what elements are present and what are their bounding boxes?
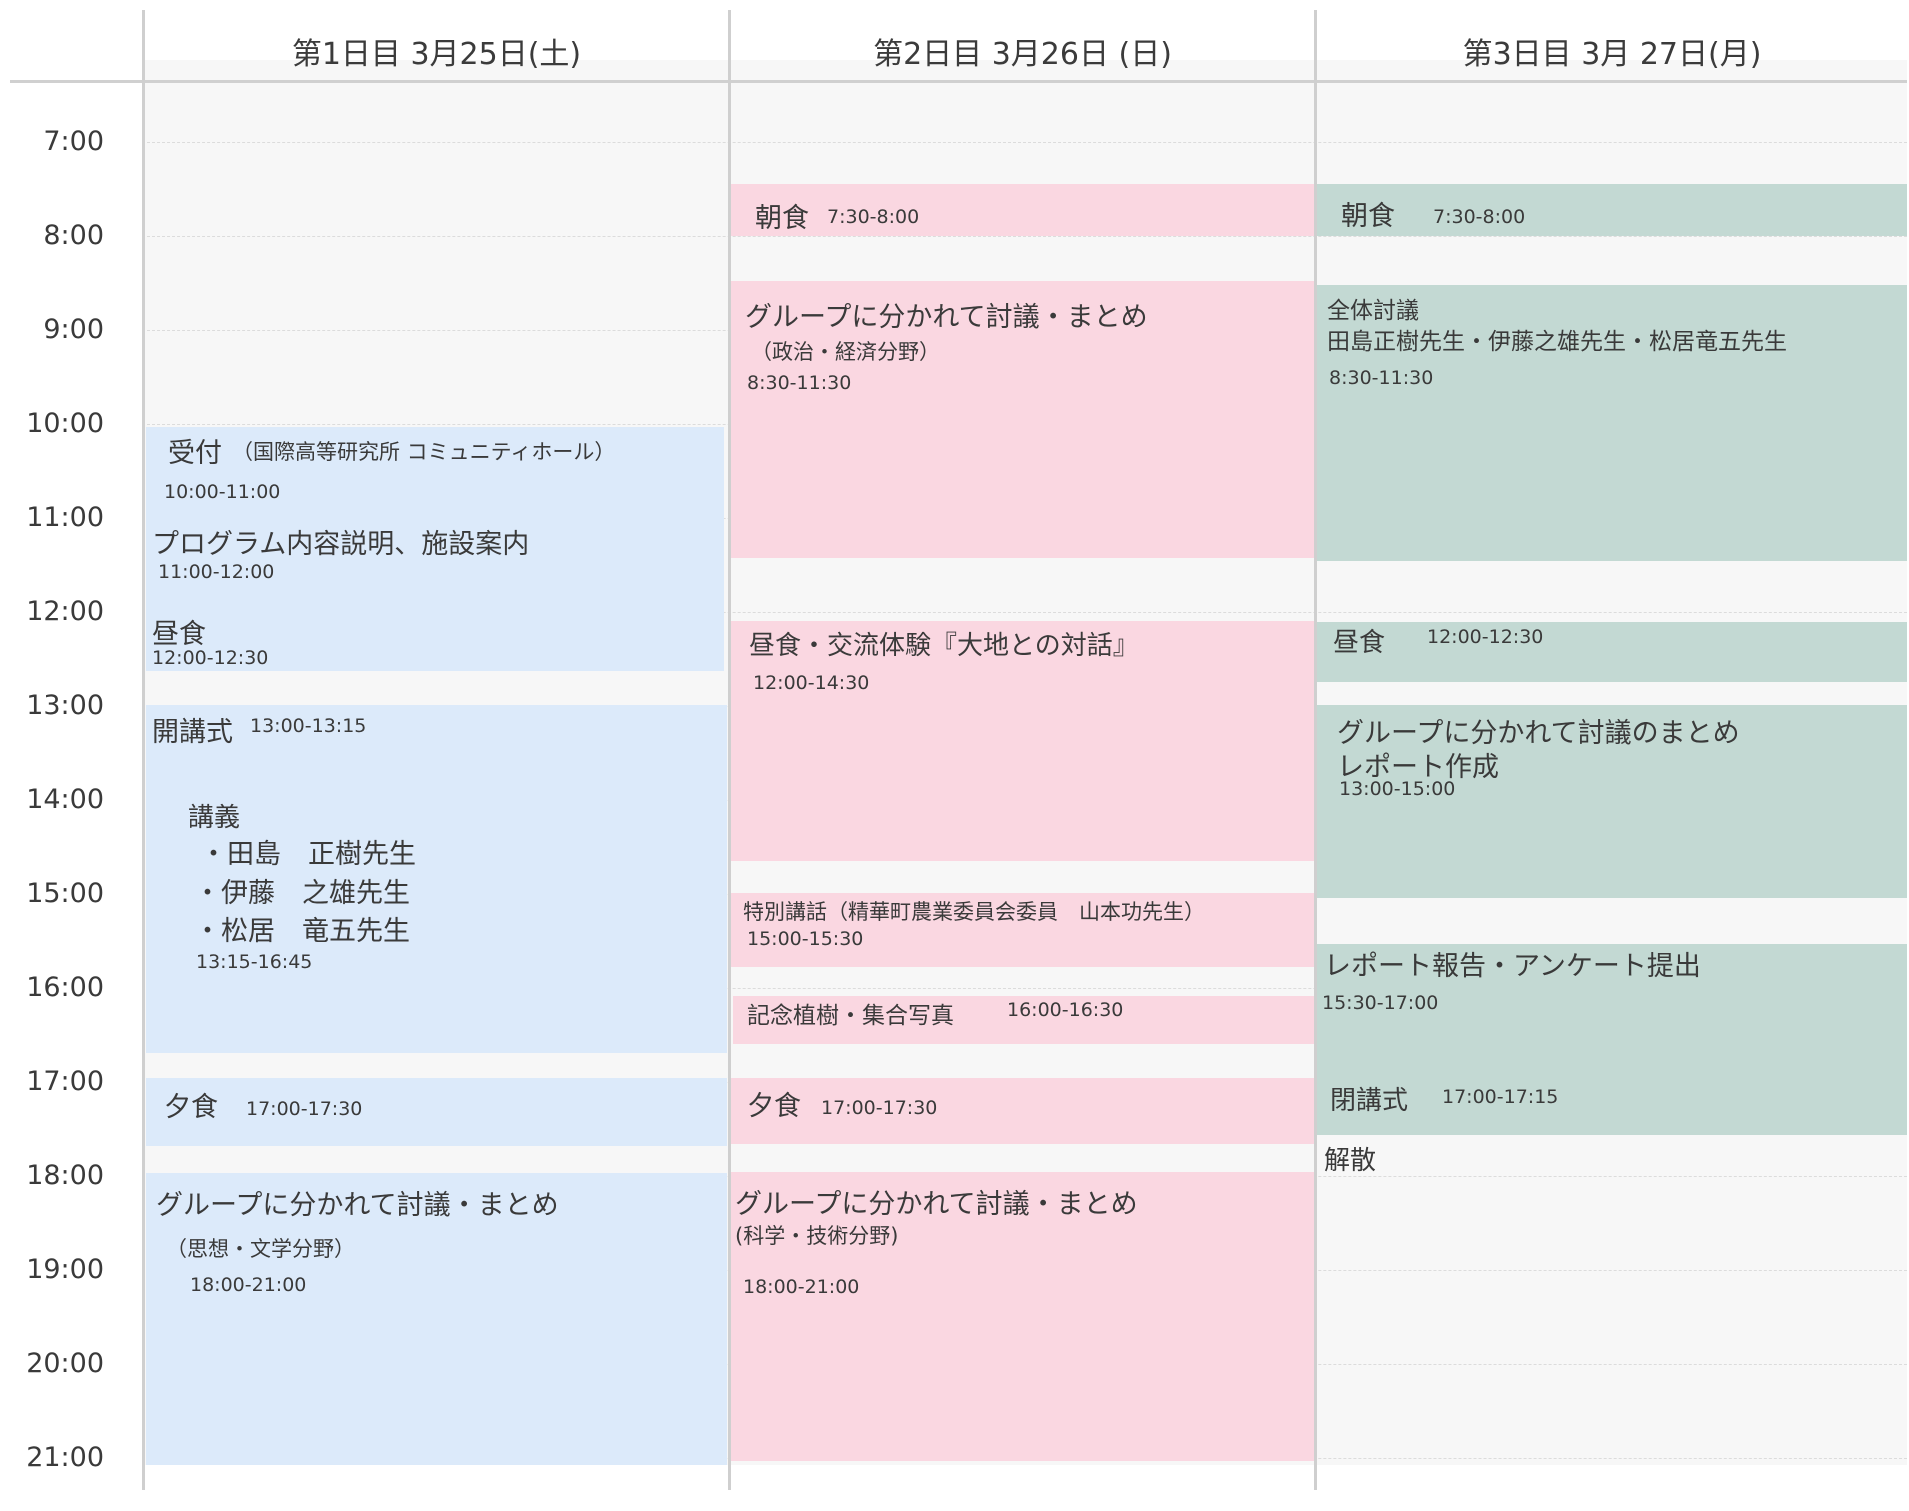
day2-special-block: 特別講話（精華町農業委員会委員 山本功先生） 15:00-15:30	[731, 893, 1314, 967]
day1-dinner-block: 夕食 17:00-17:30	[146, 1078, 727, 1146]
day1-group-time: 18:00-21:00	[190, 1274, 307, 1296]
day2-special-title: 特別講話（精華町農業委員会委員 山本功先生）	[743, 900, 1205, 924]
lecture-item: ・田島 正樹先生	[200, 839, 416, 870]
opening-title: 開講式	[152, 717, 233, 748]
lecture-item: ・伊藤 之雄先生	[194, 878, 410, 909]
reception-title: 受付	[168, 438, 222, 469]
grid-line-8	[142, 236, 1907, 237]
day3-lunch-time: 12:00-12:30	[1427, 626, 1544, 648]
reception-place: （国際高等研究所 コミュニティホール）	[232, 440, 616, 464]
time-label: 9:00	[43, 314, 104, 345]
day2-group2-sub: (科学・技術分野)	[735, 1224, 899, 1248]
day2-tree-title: 記念植樹・集合写真	[747, 1003, 954, 1029]
day3-plenary-title: 全体討議	[1327, 298, 1419, 324]
lecture-item: ・松居 竜五先生	[194, 916, 410, 947]
day1-lunch-title: 昼食	[152, 619, 206, 650]
day3-report-block: レポート報告・アンケート提出 15:30-17:00 閉講式 17:00-17:…	[1314, 944, 1907, 1135]
day3-report-time: 15:30-17:00	[1322, 992, 1439, 1014]
column-divider	[1314, 10, 1317, 1490]
day1-evening-block: グループに分かれて討議・まとめ （思想・文学分野） 18:00-21:00	[146, 1173, 727, 1465]
time-label: 21:00	[26, 1442, 104, 1473]
day3-breakfast-time: 7:30-8:00	[1433, 206, 1526, 228]
day3-header: 第3日目 3月 27日(月)	[1462, 37, 1762, 72]
day3-group-block: グループに分かれて討議のまとめ レポート作成 13:00-15:00	[1317, 705, 1907, 898]
day1-dinner-title: 夕食	[164, 1092, 218, 1123]
time-label: 18:00	[26, 1160, 104, 1191]
day2-group1-time: 8:30-11:30	[747, 372, 852, 394]
day3-breakfast-block: 朝食 7:30-8:00	[1317, 184, 1907, 236]
day3-breakfast-title: 朝食	[1341, 201, 1395, 232]
day2-tree-time: 16:00-16:30	[1007, 999, 1124, 1021]
day1-group-title: グループに分かれて討議・まとめ	[156, 1190, 559, 1221]
time-label: 10:00	[26, 408, 104, 439]
time-label: 16:00	[26, 972, 104, 1003]
day2-breakfast-block: 朝食 7:30-8:00	[731, 184, 1314, 236]
column-divider	[728, 10, 731, 1490]
time-label: 15:00	[26, 878, 104, 909]
column-divider	[142, 10, 145, 1490]
day1-group-sub: （思想・文学分野）	[166, 1237, 355, 1261]
day3-lunch-block: 昼食 12:00-12:30	[1317, 622, 1907, 682]
day3-dismiss-title: 解散	[1324, 1146, 1377, 1176]
day2-lunch-block: 昼食・交流体験『大地との対話』 12:00-14:30	[731, 621, 1314, 861]
day1-dinner-time: 17:00-17:30	[246, 1098, 363, 1120]
time-label: 12:00	[26, 596, 104, 627]
day1-morning-block: 受付 （国際高等研究所 コミュニティホール） 10:00-11:00 プログラム…	[146, 427, 724, 671]
time-label: 13:00	[26, 690, 104, 721]
header-divider	[10, 80, 1907, 83]
time-label: 7:00	[43, 126, 104, 157]
time-label: 14:00	[26, 784, 104, 815]
day1-lunch-time: 12:00-12:30	[152, 647, 269, 669]
opening-time: 13:00-13:15	[250, 715, 367, 737]
day2-group2-time: 18:00-21:00	[743, 1276, 860, 1298]
time-label: 11:00	[26, 502, 104, 533]
day2-group2-title: グループに分かれて討議・まとめ	[735, 1189, 1138, 1220]
time-label: 17:00	[26, 1066, 104, 1097]
day3-plenary-time: 8:30-11:30	[1329, 367, 1434, 389]
day3-plenary-block: 全体討議 田島正樹先生・伊藤之雄先生・松居竜五先生 8:30-11:30	[1317, 285, 1907, 561]
day1-header: 第1日目 3月25日(土)	[291, 37, 582, 72]
day3-closing-time: 17:00-17:15	[1442, 1086, 1559, 1108]
time-label: 20:00	[26, 1348, 104, 1379]
day2-header: 第2日目 3月26日 (日)	[873, 37, 1172, 72]
day3-closing-title: 閉講式	[1330, 1086, 1409, 1116]
day2-breakfast-time: 7:30-8:00	[827, 206, 920, 228]
day3-report-title: レポート報告・アンケート提出	[1324, 951, 1701, 982]
day2-dinner-block: 夕食 17:00-17:30	[731, 1078, 1314, 1144]
day2-group1-title: グループに分かれて討議・まとめ	[745, 302, 1148, 333]
day3-plenary-people: 田島正樹先生・伊藤之雄先生・松居竜五先生	[1327, 329, 1787, 355]
program-title: プログラム内容説明、施設案内	[152, 529, 530, 560]
reception-time: 10:00-11:00	[164, 481, 281, 503]
day2-breakfast-title: 朝食	[755, 203, 809, 234]
day2-lunch-title: 昼食・交流体験『大地との対話』	[749, 631, 1139, 661]
day2-group1-sub: （政治・経済分野）	[751, 340, 940, 364]
day2-group1-block: グループに分かれて討議・まとめ （政治・経済分野） 8:30-11:30	[731, 281, 1314, 558]
day2-special-time: 15:00-15:30	[747, 928, 864, 950]
time-label: 8:00	[43, 220, 104, 251]
grid-line-7	[142, 142, 1907, 143]
program-time: 11:00-12:00	[158, 561, 275, 583]
day2-group2-block: グループに分かれて討議・まとめ (科学・技術分野) 18:00-21:00	[731, 1172, 1314, 1461]
day2-dinner-title: 夕食	[747, 1091, 801, 1122]
day3-lunch-title: 昼食	[1333, 628, 1386, 658]
lecture-title: 講義	[188, 803, 241, 833]
day2-tree-block: 記念植樹・集合写真 16:00-16:30	[733, 996, 1314, 1044]
day2-lunch-time: 12:00-14:30	[753, 672, 870, 694]
day2-dinner-time: 17:00-17:30	[821, 1097, 938, 1119]
day3-group-time: 13:00-15:00	[1339, 778, 1456, 800]
lecture-time: 13:15-16:45	[196, 951, 313, 973]
time-label: 19:00	[26, 1254, 104, 1285]
day1-afternoon-block: 開講式 13:00-13:15 講義 ・田島 正樹先生 ・伊藤 之雄先生 ・松居…	[146, 705, 727, 1053]
